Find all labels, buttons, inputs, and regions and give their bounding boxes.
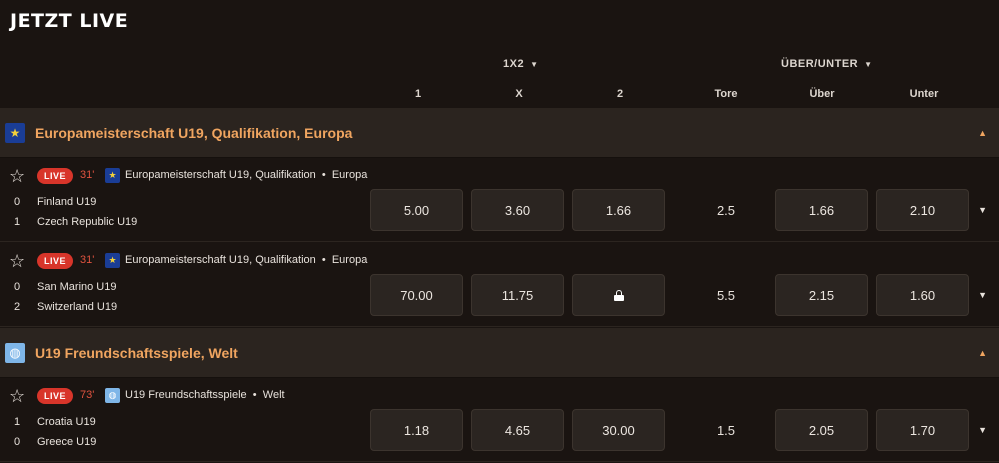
league-header[interactable]: ★ Europameisterschaft U19, Qualifikation… [0,108,999,158]
odd-button-x[interactable]: 11.75 [471,274,564,316]
match-row: ☆ LIVE 31' ★ Europameisterschaft U19, Qu… [0,243,999,327]
col-label-1: 1 [414,88,422,100]
market-ou-label: ÜBER/UNTER [781,58,859,70]
match-region: Europa [331,254,368,266]
col-label-ueber: Über [809,88,835,100]
col-label-x: X [515,88,523,100]
league-header[interactable]: ◍ U19 Freundschaftsspiele, Welt ▲ [0,328,999,378]
home-score: 0 [14,196,21,208]
live-badge: LIVE [37,168,74,184]
odd-button-unter[interactable]: 1.70 [876,409,969,451]
match-league: Europameisterschaft U19, Qualifikation •… [125,254,368,266]
match-row: ☆ LIVE 31' ★ Europameisterschaft U19, Qu… [0,158,999,242]
odd-button-x[interactable]: 4.65 [471,409,564,451]
match-competition: Europameisterschaft U19, Qualifikation [125,254,316,266]
expand-icon[interactable]: ▼ [978,425,987,435]
odd-button-x[interactable]: 3.60 [471,189,564,231]
league-name: Europameisterschaft U19, Qualifikation, … [35,124,353,141]
eu-flag-icon: ★ [105,168,120,183]
caret-down-icon: ▼ [530,59,539,69]
favorite-star-icon[interactable]: ☆ [9,387,27,405]
home-score: 0 [14,281,21,293]
market-1x2-label: 1X2 [503,58,525,70]
odd-button-ueber[interactable]: 2.15 [775,274,868,316]
tore-value: 1.5 [716,422,736,438]
odd-button-unter[interactable]: 1.60 [876,274,969,316]
tore-value: 5.5 [716,287,736,303]
collapse-icon[interactable]: ▲ [978,348,987,358]
col-label-unter: Unter [909,88,939,100]
away-score: 2 [14,301,21,313]
league-name: U19 Freundschaftsspiele, Welt [35,344,238,361]
col-label-2: 2 [616,88,624,100]
match-competition: Europameisterschaft U19, Qualifikation [125,169,316,181]
match-minute: 31' [80,169,95,181]
odd-button-1[interactable]: 1.18 [370,409,463,451]
expand-icon[interactable]: ▼ [978,290,987,300]
odd-button-2[interactable]: 1.66 [572,189,665,231]
eu-flag-icon: ★ [105,253,120,268]
market-ou-dropdown[interactable]: ÜBER/UNTER ▼ [781,58,873,70]
odd-button-ueber[interactable]: 2.05 [775,409,868,451]
match-league: U19 Freundschaftsspiele • Welt [125,389,285,401]
match-minute: 31' [80,254,95,266]
col-label-tore: Tore [714,88,738,100]
world-flag-icon: ◍ [5,342,25,363]
match-region: Europa [331,169,368,181]
match-region: Welt [262,389,285,401]
odd-button-2[interactable]: 30.00 [572,409,665,451]
lock-icon [613,289,624,301]
away-team[interactable]: Switzerland U19 [37,301,117,313]
expand-icon[interactable]: ▼ [978,205,987,215]
tore-value: 2.5 [716,202,736,218]
match-competition: U19 Freundschaftsspiele [125,389,247,401]
away-score: 1 [14,216,21,228]
match-minute: 73' [80,389,95,401]
caret-down-icon: ▼ [864,59,873,69]
match-league: Europameisterschaft U19, Qualifikation •… [125,169,368,181]
odd-button-1[interactable]: 5.00 [370,189,463,231]
favorite-star-icon[interactable]: ☆ [9,167,27,185]
home-team[interactable]: Croatia U19 [37,416,96,428]
live-badge: LIVE [37,253,74,269]
favorite-star-icon[interactable]: ☆ [9,252,27,270]
match-row: ☆ LIVE 73' ◍ U19 Freundschaftsspiele • W… [0,378,999,462]
home-team[interactable]: Finland U19 [37,196,96,208]
page-title: JETZT LIVE [10,10,129,32]
odd-button-unter[interactable]: 2.10 [876,189,969,231]
away-score: 0 [14,436,21,448]
away-team[interactable]: Greece U19 [37,436,96,448]
home-team[interactable]: San Marino U19 [37,281,117,293]
live-badge: LIVE [37,388,74,404]
odd-button-2-locked [572,274,665,316]
odd-button-ueber[interactable]: 1.66 [775,189,868,231]
odd-button-1[interactable]: 70.00 [370,274,463,316]
world-flag-icon: ◍ [105,388,120,403]
away-team[interactable]: Czech Republic U19 [37,216,137,228]
home-score: 1 [14,416,21,428]
market-1x2-dropdown[interactable]: 1X2 ▼ [503,58,539,70]
eu-flag-icon: ★ [5,122,25,143]
collapse-icon[interactable]: ▲ [978,128,987,138]
